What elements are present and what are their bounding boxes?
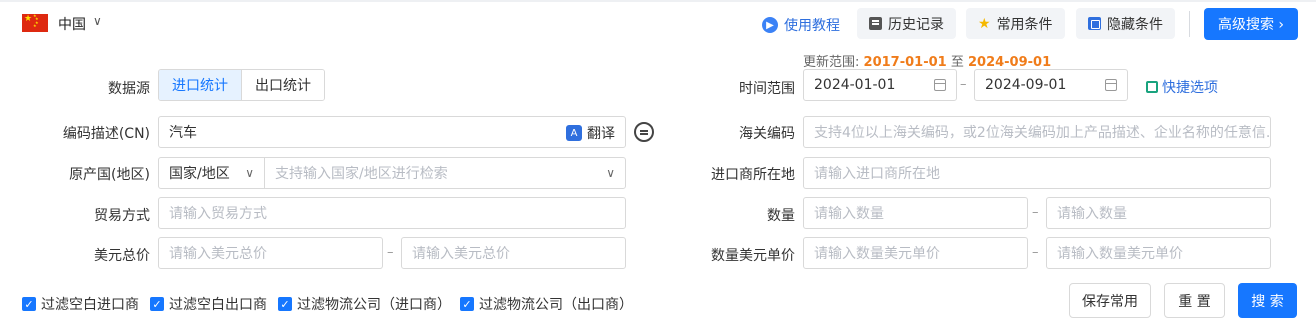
history-button-label: 历史记录 <box>888 16 944 33</box>
search-button[interactable]: 搜 索 <box>1238 283 1297 318</box>
usd-total-dash: – <box>387 245 394 260</box>
quantity-label: 数量 <box>767 208 795 224</box>
update-range-note: 更新范围: 2017-01-01 至 2024-09-01 <box>803 55 1052 70</box>
filter-logistics-importer-checkbox[interactable]: ✓ 过滤物流公司（进口商） <box>278 294 451 314</box>
quick-options-link[interactable]: 快捷选项 <box>1146 77 1218 97</box>
star-icon: ★ <box>978 15 991 32</box>
checkbox-checked-icon: ✓ <box>278 297 292 311</box>
search-code-icon[interactable] <box>634 122 654 142</box>
header-divider <box>1189 11 1190 37</box>
help-link[interactable]: ▶ 使用教程 <box>762 15 840 35</box>
chevron-down-icon: ∨ <box>245 166 254 180</box>
china-flag-icon[interactable]: ★ ★ ★ ★ ★ <box>22 14 48 32</box>
filter-blank-importer-checkbox[interactable]: ✓ 过滤空白进口商 <box>22 294 139 314</box>
quantity-min-input[interactable]: 请输入数量 <box>803 197 1028 229</box>
time-range-label: 时间范围 <box>739 81 795 97</box>
qty-usd-unit-label: 数量美元单价 <box>711 248 795 264</box>
history-button[interactable]: 历史记录 <box>857 8 956 39</box>
hide-button-label: 隐藏条件 <box>1107 16 1163 33</box>
hide-icon <box>1088 17 1101 30</box>
usd-total-max-input[interactable]: 请输入美元总价 <box>401 237 626 269</box>
date-range-dash: – <box>960 77 967 92</box>
start-date-input[interactable]: 2024-01-01 <box>803 69 957 101</box>
quantity-dash: – <box>1032 205 1039 220</box>
usd-total-label: 美元总价 <box>94 248 150 264</box>
origin-label: 原产国(地区) <box>69 167 150 183</box>
origin-search-input[interactable]: 支持输入国家/地区进行检索 ∨ <box>264 157 626 189</box>
calendar-icon <box>934 79 946 91</box>
filter-logistics-exporter-checkbox[interactable]: ✓ 过滤物流公司（出口商） <box>460 294 633 314</box>
customs-code-label: 海关编码 <box>739 126 795 142</box>
history-icon <box>869 17 882 30</box>
chevron-down-icon[interactable]: ∨ <box>93 14 102 28</box>
customs-code-input[interactable]: 支持4位以上海关编码，或2位海关编码加上产品描述、企业名称的任意信... <box>803 116 1271 148</box>
end-date-input[interactable]: 2024-09-01 <box>974 69 1128 101</box>
trade-mode-input[interactable]: 请输入贸易方式 <box>158 197 626 229</box>
tab-export-stats[interactable]: 出口统计 <box>242 70 324 100</box>
importer-location-label: 进口商所在地 <box>711 167 795 183</box>
calendar-icon <box>1105 79 1117 91</box>
code-desc-label: 编码描述(CN) <box>62 126 150 142</box>
quantity-max-input[interactable]: 请输入数量 <box>1046 197 1271 229</box>
tab-import-stats[interactable]: 进口统计 <box>159 70 242 100</box>
importer-location-input[interactable]: 请输入进口商所在地 <box>803 157 1271 189</box>
favorites-button[interactable]: ★ 常用条件 <box>966 8 1065 39</box>
qty-usd-unit-dash: – <box>1032 245 1039 260</box>
chevron-down-icon: ∨ <box>606 166 615 180</box>
code-desc-input[interactable]: 汽车 A 翻译 <box>158 116 626 148</box>
checkbox-checked-icon: ✓ <box>460 297 474 311</box>
hide-conditions-button[interactable]: 隐藏条件 <box>1076 8 1175 39</box>
quick-options-label: 快捷选项 <box>1162 80 1218 96</box>
checkbox-checked-icon: ✓ <box>150 297 164 311</box>
data-source-label: 数据源 <box>108 81 150 97</box>
qty-usd-unit-max-input[interactable]: 请输入数量美元单价 <box>1046 237 1271 269</box>
qty-usd-unit-min-input[interactable]: 请输入数量美元单价 <box>803 237 1028 269</box>
translate-button[interactable]: A 翻译 <box>566 123 615 143</box>
filter-blank-exporter-checkbox[interactable]: ✓ 过滤空白出口商 <box>150 294 267 314</box>
save-favorite-button[interactable]: 保存常用 <box>1069 283 1151 318</box>
advanced-search-button[interactable]: 高级搜索 › <box>1204 8 1298 40</box>
usd-total-min-input[interactable]: 请输入美元总价 <box>158 237 383 269</box>
help-link-label: 使用教程 <box>784 18 840 34</box>
country-selector[interactable]: 中国 <box>58 14 86 34</box>
quick-options-icon <box>1146 81 1158 93</box>
data-source-toggle[interactable]: 进口统计 出口统计 <box>158 69 325 101</box>
region-type-select[interactable]: 国家/地区 ∨ <box>158 157 265 189</box>
top-divider <box>0 0 1316 2</box>
favorites-button-label: 常用条件 <box>996 16 1053 33</box>
video-icon: ▶ <box>762 17 778 33</box>
translate-icon: A <box>566 125 582 141</box>
trade-mode-label: 贸易方式 <box>94 208 150 224</box>
reset-button[interactable]: 重 置 <box>1164 283 1225 318</box>
checkbox-checked-icon: ✓ <box>22 297 36 311</box>
